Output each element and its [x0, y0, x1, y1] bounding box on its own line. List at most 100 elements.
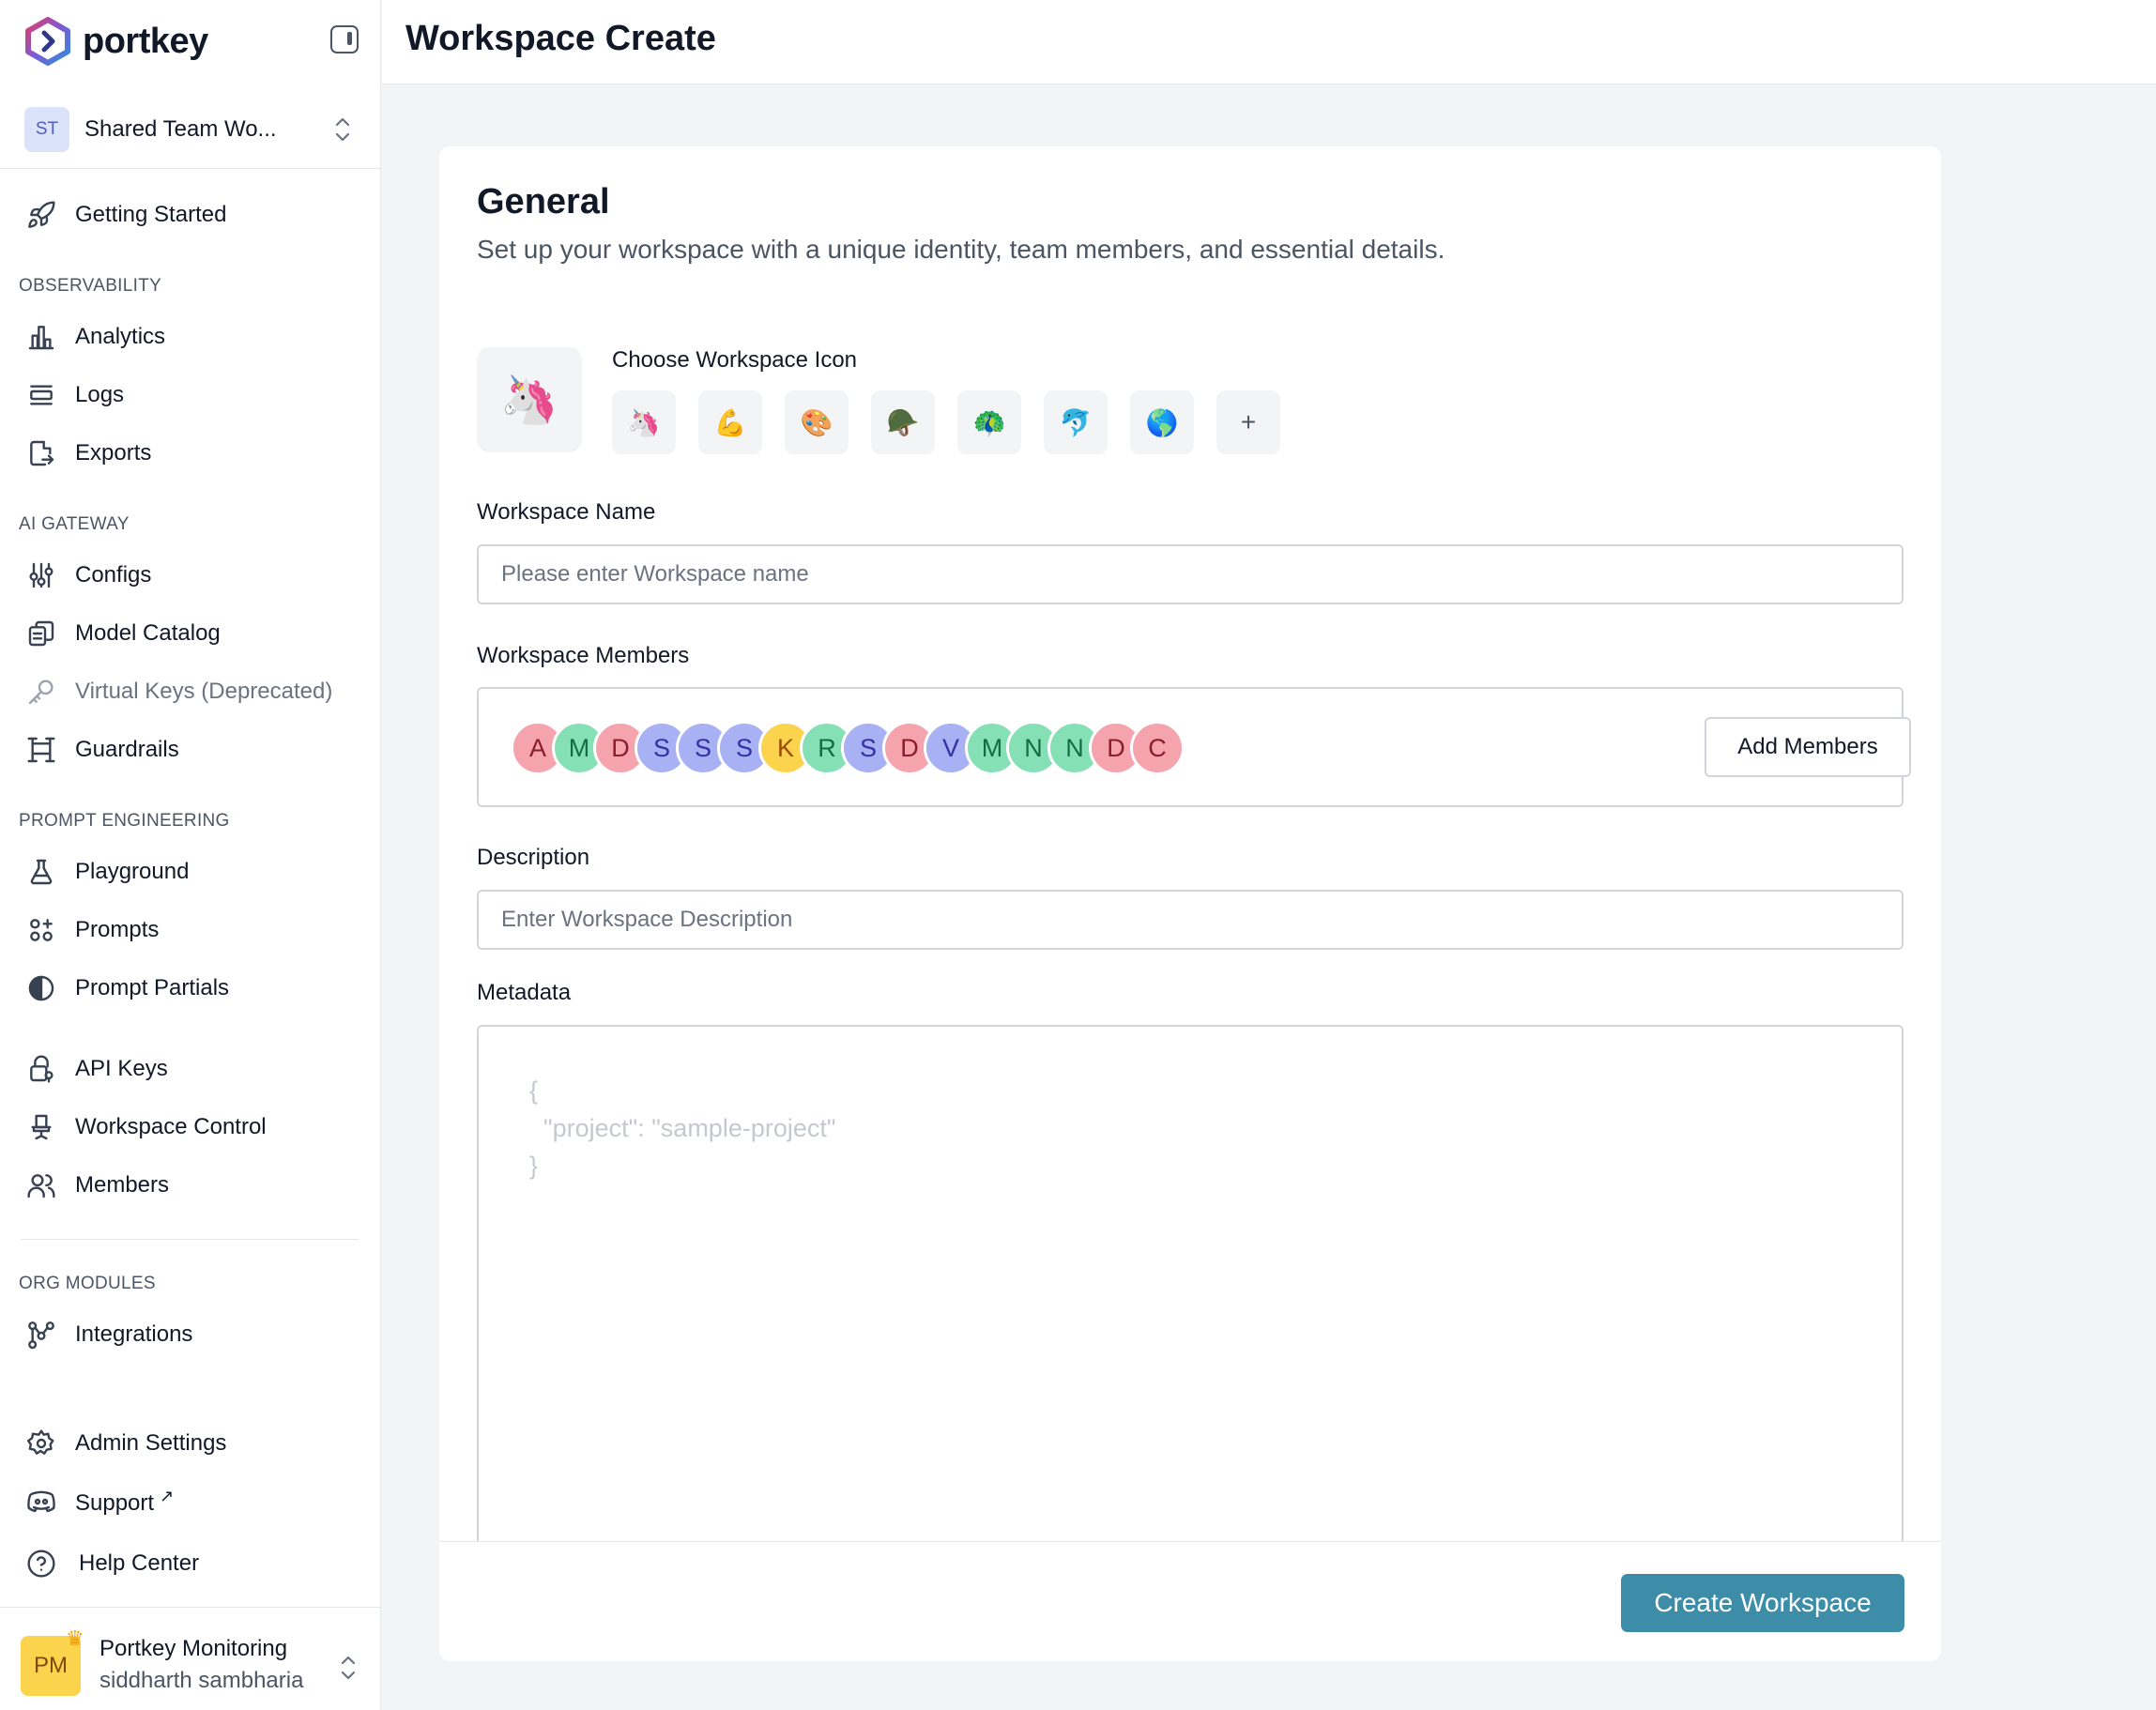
plus-icon[interactable]: +: [1216, 390, 1280, 454]
integrations-icon: [28, 1321, 54, 1350]
helmet-icon-option[interactable]: 🪖: [871, 390, 935, 454]
sidebar-item-label: Getting Started: [75, 202, 227, 227]
sidebar-item-api-keys[interactable]: API Keys: [26, 1050, 168, 1088]
flask-icon: [30, 859, 53, 885]
sidebar-item-label: Playground: [75, 859, 190, 884]
sidebar-item-prompts[interactable]: Prompts: [26, 911, 159, 949]
sidebar-item-label: Model Catalog: [75, 620, 221, 646]
section-ai-gateway: AI GATEWAY: [19, 514, 130, 534]
bar-chart-icon: [28, 326, 54, 350]
user-org-name: Portkey Monitoring: [99, 1636, 288, 1661]
sidebar-item-playground[interactable]: Playground: [26, 853, 189, 891]
key-icon: [28, 679, 54, 705]
metadata-placeholder: { "project": "sample-project" }: [529, 1076, 836, 1180]
gear-icon: [26, 1429, 54, 1455]
sidebar-item-label: Exports: [75, 440, 152, 466]
crown-icon: ♛: [66, 1626, 84, 1650]
section-observability: OBSERVABILITY: [19, 276, 162, 296]
page-header: Workspace Create: [382, 0, 2156, 84]
user-switcher[interactable]: PM ♛ Portkey Monitoring siddharth sambha…: [0, 1607, 380, 1710]
unicorn-icon-option[interactable]: 🦄: [612, 390, 676, 454]
workspace-members-label: Workspace Members: [477, 643, 690, 668]
sidebar-item-workspace-control[interactable]: Workspace Control: [26, 1108, 267, 1146]
workspace-avatar: ST: [24, 106, 69, 152]
description-input[interactable]: [477, 890, 1904, 950]
brand-name: portkey: [83, 21, 208, 61]
guardrails-icon: [27, 737, 55, 763]
logs-icon: [30, 385, 53, 405]
user-name: siddharth sambharia: [99, 1668, 304, 1693]
sidebar-item-label: Logs: [75, 382, 125, 407]
users-icon: [27, 1174, 55, 1199]
sidebar-item-label: Prompts: [75, 917, 160, 942]
sidebar-item-label: Virtual Keys (Deprecated): [75, 679, 333, 704]
sidebar-item-label: Prompt Partials: [75, 975, 230, 1000]
workspace-switcher[interactable]: ST Shared Team Wo...: [0, 90, 380, 169]
sliders-icon: [29, 562, 54, 588]
workspace-name-input[interactable]: [477, 544, 1904, 604]
chair-icon: [31, 1114, 52, 1140]
sidebar-item-label: Admin Settings: [75, 1430, 227, 1456]
workspace-form-card: General Set up your workspace with a uni…: [439, 146, 1941, 1661]
sidebar-collapse-icon[interactable]: [330, 25, 359, 53]
metadata-label: Metadata: [477, 980, 572, 1005]
sidebar-item-analytics[interactable]: Analytics: [26, 318, 165, 356]
member-avatar-stack: AMDSSSKRSDVMNNDC: [511, 721, 1185, 775]
choose-icon-label: Choose Workspace Icon: [612, 347, 858, 373]
file-export-icon: [30, 440, 54, 466]
sidebar-item-admin-settings[interactable]: Admin Settings: [26, 1425, 226, 1462]
sidebar-item-members[interactable]: Members: [26, 1167, 169, 1204]
sidebar-item-label: Members: [75, 1172, 170, 1198]
sidebar-item-exports[interactable]: Exports: [26, 435, 151, 472]
sidebar-item-configs[interactable]: Configs: [26, 557, 151, 594]
section-org-modules: ORG MODULES: [19, 1274, 156, 1293]
workspace-members-field: AMDSSSKRSDVMNNDC Add Members: [477, 687, 1911, 807]
sidebar-item-label: Support: [75, 1490, 155, 1516]
sidebar-item-help-center[interactable]: Help Center: [26, 1545, 199, 1582]
sidebar-item-label: Workspace Control: [75, 1114, 267, 1139]
member-avatar: C: [1130, 721, 1185, 775]
chevron-up-down-icon: [341, 1656, 356, 1680]
sidebar-item-label: Integrations: [75, 1321, 193, 1347]
dolphin-icon-option[interactable]: 🐬: [1044, 390, 1108, 454]
workspace-name-label: Workspace Name: [477, 499, 656, 525]
rocket-icon: [28, 201, 55, 228]
globe-icon-option[interactable]: 🌎: [1130, 390, 1194, 454]
sidebar-divider: [21, 1239, 359, 1240]
add-members-button[interactable]: Add Members: [1705, 717, 1911, 777]
page-title: Workspace Create: [405, 19, 716, 58]
icon-options: 🦄 💪 🎨 🪖 🦚 🐬 🌎 +: [612, 390, 1280, 454]
muscle-icon-option[interactable]: 💪: [698, 390, 762, 454]
description-label: Description: [477, 845, 590, 870]
brand-logo[interactable]: portkey: [23, 17, 208, 66]
sidebar-item-virtual-keys[interactable]: Virtual Keys (Deprecated): [26, 673, 332, 710]
workspace-name: Shared Team Wo...: [84, 115, 277, 142]
create-workspace-button[interactable]: Create Workspace: [1621, 1574, 1904, 1632]
selected-workspace-icon: 🦄: [477, 347, 582, 452]
external-link-icon: ↗: [160, 1487, 175, 1505]
form-title: General: [477, 182, 610, 221]
sidebar-item-label: Guardrails: [75, 737, 179, 762]
peacock-icon-option[interactable]: 🦚: [957, 390, 1021, 454]
sidebar-item-prompt-partials[interactable]: Prompt Partials: [26, 970, 229, 1007]
section-prompt-engineering: PROMPT ENGINEERING: [19, 811, 230, 831]
sidebar-item-model-catalog[interactable]: Model Catalog: [26, 615, 221, 652]
half-circle-icon: [28, 975, 54, 1001]
chevron-up-down-icon: [335, 117, 350, 142]
catalog-icon: [28, 620, 54, 647]
sidebar-item-label: Help Center: [79, 1550, 200, 1576]
sidebar-item-label: Analytics: [75, 324, 166, 349]
portkey-logo-icon: [25, 17, 70, 66]
sidebar-item-support[interactable]: Support ↗: [26, 1483, 174, 1520]
sidebar: portkey ST Shared Team Wo... Getting Sta…: [0, 0, 381, 1710]
discord-icon: [27, 1490, 55, 1513]
sidebar-item-logs[interactable]: Logs: [26, 376, 124, 414]
sidebar-item-getting-started[interactable]: Getting Started: [26, 196, 226, 234]
palette-icon-option[interactable]: 🎨: [785, 390, 849, 454]
form-subtitle: Set up your workspace with a unique iden…: [477, 235, 1445, 264]
sidebar-item-integrations[interactable]: Integrations: [26, 1316, 192, 1353]
form-footer: Create Workspace: [439, 1541, 1941, 1661]
sidebar-item-guardrails[interactable]: Guardrails: [26, 731, 179, 769]
lock-key-icon: [30, 1055, 54, 1083]
sidebar-item-label: Configs: [75, 562, 152, 588]
